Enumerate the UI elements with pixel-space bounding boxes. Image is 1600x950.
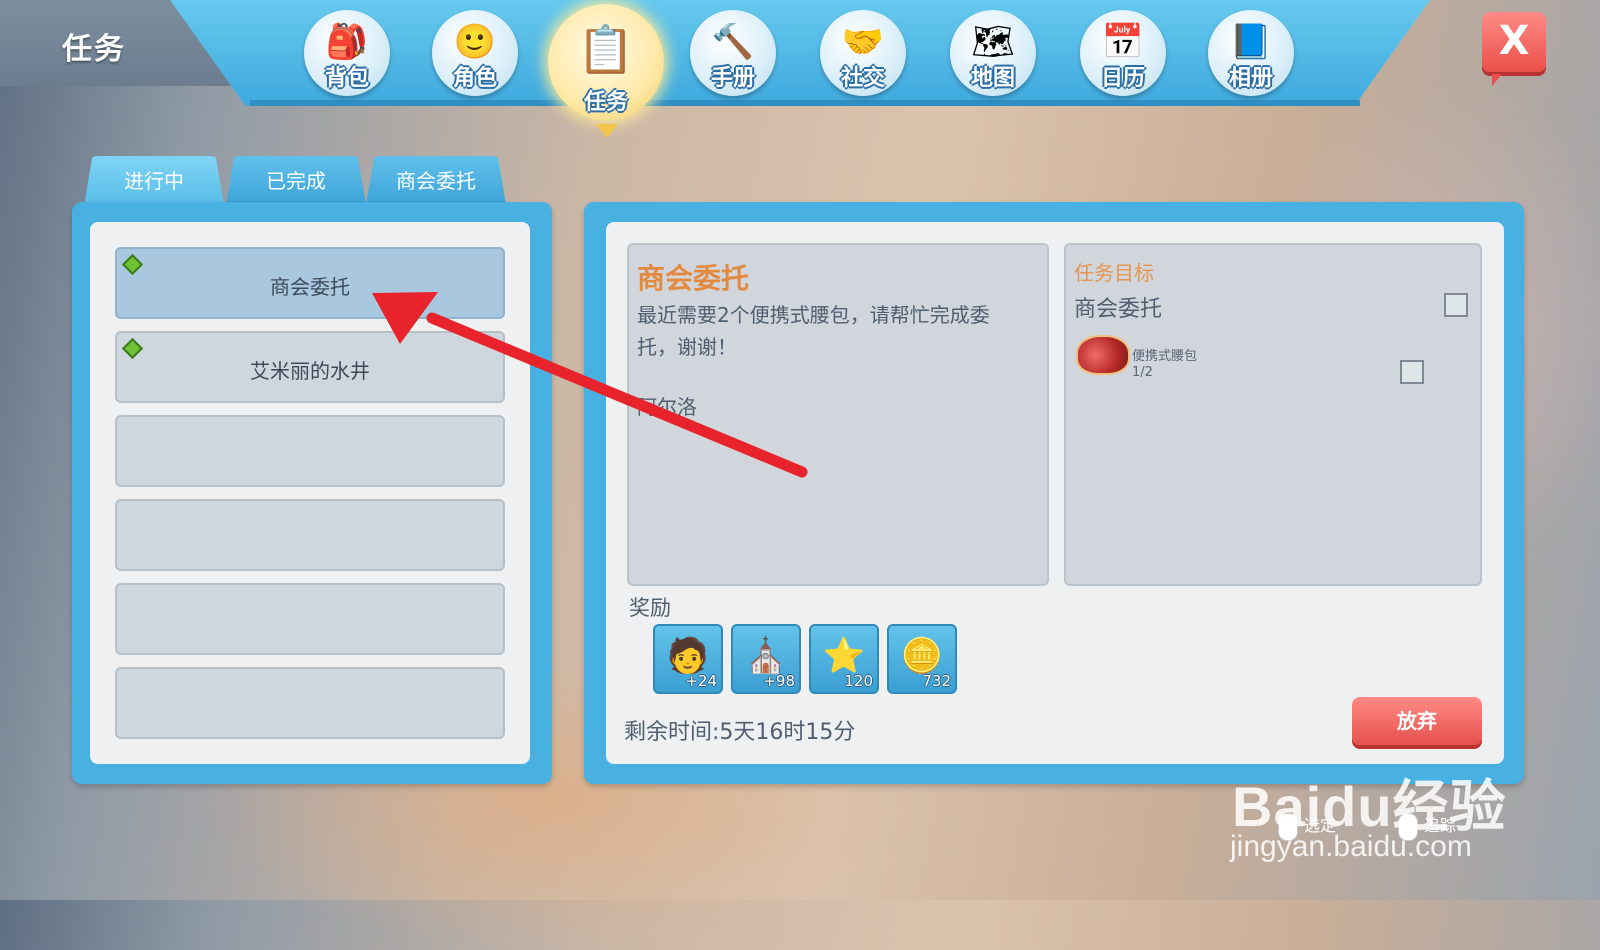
album-icon: 📘 xyxy=(1229,22,1273,62)
time-remaining: 剩余时间:5天16时15分 xyxy=(624,720,856,745)
quest-description: 最近需要2个便携式腰包，请帮忙完成委托，谢谢！ xyxy=(637,303,990,359)
abandon-quest-button[interactable]: 放弃 xyxy=(1352,697,1482,745)
nav-map[interactable]: 🗺 地图 xyxy=(950,10,1036,96)
quest-list-empty-slot xyxy=(115,583,505,655)
nav-label: 地图 xyxy=(970,66,1015,91)
nav-label: 角色 xyxy=(452,66,497,91)
nav-label: 任务 xyxy=(583,90,628,115)
objective-checkbox[interactable] xyxy=(1444,293,1468,317)
tab-completed[interactable]: 已完成 xyxy=(226,156,366,204)
nav-label: 手册 xyxy=(710,66,755,91)
reward-slot[interactable]: ⛪ +98 xyxy=(731,624,801,694)
church-icon: ⛪ xyxy=(744,636,788,676)
nav-label: 相册 xyxy=(1228,66,1273,91)
waist-pouch-icon xyxy=(1076,335,1130,375)
calendar-icon: 📅 xyxy=(1101,22,1145,62)
rewards-heading: 奖励 xyxy=(629,596,671,620)
hammer-icon: 🔨 xyxy=(711,22,755,62)
reward-count: +98 xyxy=(763,672,795,690)
gold-coin-icon: 🪙 xyxy=(900,636,944,676)
quest-list-empty-slot xyxy=(115,667,505,739)
nav-handbook[interactable]: 🔨 手册 xyxy=(690,10,776,96)
quest-title: 商会委托 xyxy=(637,262,750,295)
nav-album[interactable]: 📘 相册 xyxy=(1208,10,1294,96)
quest-giver-name: 阿尔洛 xyxy=(637,395,697,419)
backpack-icon: 🎒 xyxy=(325,22,369,62)
objective-item-name: 便携式腰包 xyxy=(1132,349,1198,364)
tab-guild-commission[interactable]: 商会委托 xyxy=(366,156,506,204)
objective-item-checkbox[interactable] xyxy=(1400,360,1424,384)
quest-list-item-label: 艾米丽的水井 xyxy=(250,359,370,383)
reward-slot[interactable]: 🧑 +24 xyxy=(653,624,723,694)
page-title: 任务 xyxy=(62,32,126,67)
quest-list-item[interactable]: 商会委托 xyxy=(115,247,505,319)
nav-calendar[interactable]: 📅 日历 xyxy=(1080,10,1166,96)
reward-slot[interactable]: 🪙 732 xyxy=(887,624,957,694)
nav-social[interactable]: 🤝 社交 xyxy=(820,10,906,96)
nav-quests[interactable]: 📋 任务 xyxy=(548,4,664,120)
nav-label: 日历 xyxy=(1100,66,1145,91)
nav-label: 社交 xyxy=(840,66,885,91)
npc-portrait-icon: 🧑 xyxy=(666,636,710,676)
top-nav-bar-edge xyxy=(250,100,1360,106)
watermark-url: jingyan.baidu.com xyxy=(1230,830,1472,863)
quest-description-box: 商会委托 最近需要2个便携式腰包，请帮忙完成委托，谢谢！ 阿尔洛 xyxy=(627,243,1049,586)
active-nav-pointer xyxy=(596,124,618,138)
character-icon: 🙂 xyxy=(453,22,497,62)
exp-star-icon: ⭐ xyxy=(822,636,866,676)
quest-clipboard-icon: 📋 xyxy=(577,22,635,76)
quest-objectives-box: 任务目标 商会委托 便携式腰包 1/2 xyxy=(1064,243,1482,586)
reward-slot[interactable]: ⭐ 120 xyxy=(809,624,879,694)
nav-character[interactable]: 🙂 角色 xyxy=(432,10,518,96)
reward-count: +24 xyxy=(685,672,717,690)
tab-in-progress[interactable]: 进行中 xyxy=(84,156,224,206)
nav-backpack[interactable]: 🎒 背包 xyxy=(304,10,390,96)
reward-count: 732 xyxy=(922,672,951,690)
quest-list-empty-slot xyxy=(115,415,505,487)
quest-list-empty-slot xyxy=(115,499,505,571)
quest-list-item-label: 商会委托 xyxy=(270,275,350,299)
quest-list-item[interactable]: 艾米丽的水井 xyxy=(115,331,505,403)
map-icon: 🗺 xyxy=(971,22,1015,62)
objectives-heading: 任务目标 xyxy=(1074,261,1154,285)
objective-name: 商会委托 xyxy=(1074,297,1163,322)
close-button[interactable]: X xyxy=(1482,12,1546,86)
handshake-icon: 🤝 xyxy=(841,22,885,62)
reward-count: 120 xyxy=(844,672,873,690)
objective-item-progress: 1/2 xyxy=(1132,365,1153,380)
nav-label: 背包 xyxy=(324,66,369,91)
